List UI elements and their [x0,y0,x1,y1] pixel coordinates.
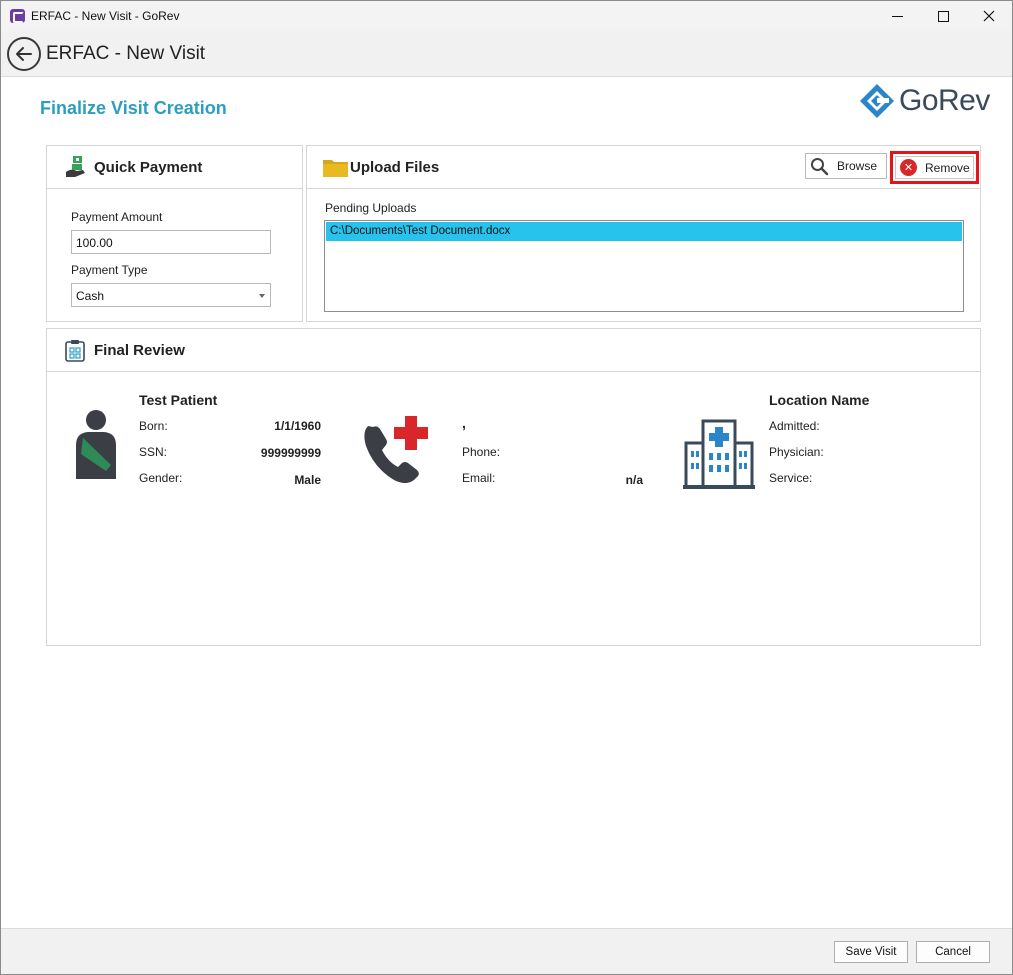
ssn-label: SSN: [139,445,168,459]
header-title: ERFAC - New Visit [46,43,206,64]
payment-type-label: Payment Type [71,263,148,277]
maximize-icon [937,10,949,22]
gorev-logo-icon [860,84,894,118]
minimize-icon [891,15,903,17]
header-bar: ERFAC - New Visit [1,31,1012,77]
email-label: Email: [462,471,496,485]
payment-type-value: Cash [76,289,105,303]
quick-payment-title: Quick Payment [94,159,203,176]
patient-name: Test Patient [139,392,218,408]
location-name: Location Name [769,392,870,408]
born-value: 1/1/1960 [274,419,321,433]
close-icon [983,10,995,22]
upload-files-panel: Upload Files Browse ✕ Remove Pending Upl… [306,145,981,322]
upload-files-title: Upload Files [350,159,440,176]
phone-medical-icon [364,416,428,483]
list-item[interactable]: C:\Documents\Test Document.docx [326,222,962,241]
back-button[interactable] [7,37,41,71]
remove-x-icon: ✕ [900,159,917,176]
maximize-button[interactable] [920,1,966,31]
pending-uploads-list[interactable]: C:\Documents\Test Document.docx [324,220,964,312]
cancel-button[interactable]: Cancel [916,941,990,963]
gender-value: Male [294,473,321,487]
back-arrow-icon [16,47,32,61]
quick-payment-panel: Quick Payment Payment Amount 100.00 Paym… [46,145,303,322]
pending-uploads-label: Pending Uploads [325,201,417,215]
folder-icon [323,160,348,177]
gender-label: Gender: [139,471,183,485]
close-button[interactable] [966,1,1012,31]
payment-type-select[interactable]: Cash [71,283,271,307]
email-value: n/a [625,473,643,487]
dropdown-arrow-icon [259,294,265,298]
physician-label: Physician: [769,445,824,459]
born-label: Born: [139,419,168,433]
logo-text: GoRev [899,84,990,117]
title-bar: ERFAC - New Visit - GoRev [1,1,1012,31]
browse-label: Browse [837,159,878,173]
magnifier-icon [811,157,829,175]
contact-name: , [462,415,466,431]
remove-button[interactable]: ✕ Remove [895,156,974,179]
payment-amount-label: Payment Amount [71,210,163,224]
final-review-title: Final Review [94,342,185,359]
hospital-building-icon [683,419,755,489]
payment-amount-input[interactable]: 100.00 [71,230,271,254]
service-label: Service: [769,471,813,485]
browse-button[interactable]: Browse [805,153,887,179]
ssn-value: 999999999 [260,446,321,460]
quick-payment-header: Quick Payment [47,146,302,189]
phone-label: Phone: [462,445,501,459]
app-window: ERFAC - New Visit - GoRev ERFAC - New Vi… [0,0,1013,975]
window-title: ERFAC - New Visit - GoRev [31,9,180,23]
remove-button-highlight: ✕ Remove [890,151,979,184]
gorev-app-icon [10,9,25,23]
admitted-label: Admitted: [769,419,820,433]
money-hand-icon [66,156,85,177]
final-review-header: Final Review [47,329,980,372]
remove-label: Remove [925,160,970,175]
upload-files-header: Upload Files Browse ✕ Remove [307,146,980,189]
minimize-button[interactable] [874,1,920,31]
page-title: Finalize Visit Creation [40,98,227,118]
clipboard-checklist-icon [65,340,85,362]
gorev-logo: GoRev [859,81,990,121]
patient-sling-icon [76,410,116,479]
final-review-panel: Final Review Test Patient Born: 1/1/1960… [46,328,981,646]
save-visit-button[interactable]: Save Visit [834,941,908,963]
footer-bar: Save Visit Cancel [1,928,1012,974]
